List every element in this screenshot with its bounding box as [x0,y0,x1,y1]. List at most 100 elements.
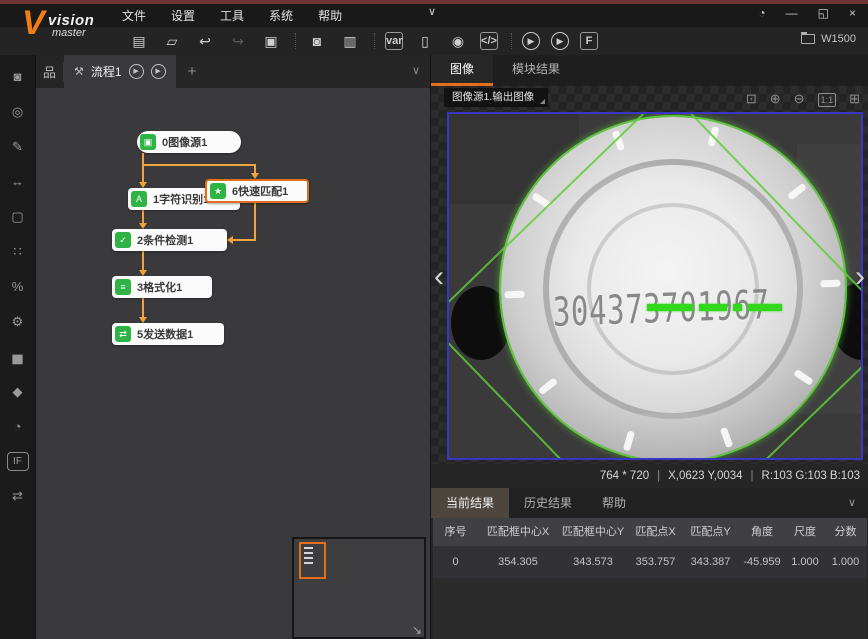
cell-match-point-x: 353.757 [628,546,683,578]
condition-check-node-icon: ✓ [115,232,131,248]
tab-image[interactable]: 图像 [431,55,493,86]
tab-help[interactable]: 帮助 [587,488,641,518]
fit-view-icon[interactable]: ⊡ [746,91,757,107]
zoom-in-icon[interactable]: ⊕ [770,91,781,107]
global-var-icon[interactable]: var [385,32,403,50]
menu-item-help[interactable]: 帮助 [318,7,342,24]
match-annotation-overlay [647,304,782,311]
result-collapse-icon[interactable]: ∨ [848,496,856,509]
minimap-node-thumb [304,547,313,549]
tab-history-result[interactable]: 历史结果 [509,488,587,518]
cell-match-center-x: 354.305 [478,546,558,578]
f-shortcut-icon[interactable]: F [580,32,598,50]
image-viewport[interactable]: 图像源1.输出图像 ⊡ ⊕ ⊖ 1:1 ⊞ [431,86,868,464]
tab-module-result[interactable]: 模块结果 [493,55,579,86]
minimap-resize-icon[interactable]: ↘ [412,623,422,637]
image-edit-icon[interactable]: ✎ [7,137,29,157]
image-ratio-icon[interactable]: % [7,277,29,297]
workspace-selector[interactable]: W1500 [801,33,856,45]
focus-region-icon[interactable]: ▢ [7,207,29,227]
table-header-row: 序号 匹配框中心X 匹配框中心Y 匹配点X 匹配点Y 角度 尺度 分数 [433,518,867,546]
close-button[interactable]: × [849,6,856,20]
viewer-toolbar: ⊡ ⊕ ⊖ 1:1 ⊞ [746,91,860,107]
image-source-selector[interactable]: 图像源1.输出图像 [444,88,548,107]
flow-collapse-icon[interactable]: ∨ [412,64,420,77]
cursor-coordinates: X,0623 Y,0034 [668,470,742,482]
connector-line [254,164,256,173]
zoom-out-icon[interactable]: ⊖ [794,91,805,107]
minimize-button[interactable]: — [786,6,798,20]
workspace-label: W1500 [821,33,856,45]
flow-minimap[interactable]: ↘ [292,537,426,639]
restore-button[interactable]: ◱ [818,6,829,20]
minimap-node-thumb [304,562,313,564]
node-label: 5发送数据1 [131,326,201,342]
add-flow-button[interactable]: + [188,63,197,80]
next-image-arrow[interactable]: › [855,262,865,292]
script-icon[interactable]: ▯ [414,31,436,51]
target-icon[interactable]: ◎ [7,102,29,122]
minimap-viewport[interactable] [299,542,326,579]
run-once-icon[interactable]: ▶ [522,32,540,50]
connector-line [233,239,256,241]
col-angle: 角度 [738,518,786,546]
viewer-statusbar: 764 * 720 | X,0623 Y,0034 | R:103 G:103 … [431,464,868,488]
code-icon[interactable]: </> [480,32,498,50]
scatter-icon[interactable]: ∷ [7,242,29,262]
open-icon[interactable]: ▱ [161,31,183,51]
node-format[interactable]: ≡ 3格式化1 [112,276,212,298]
tab-current-result[interactable]: 当前结果 [431,488,509,518]
global-trigger-icon[interactable]: ◉ [447,31,469,51]
send-data-node-icon: ⇄ [115,326,131,342]
performance-icon[interactable]: ◔ [758,6,765,20]
redo-icon[interactable]: ↪ [227,31,249,51]
minimap-node-thumb [304,552,313,554]
table-row[interactable]: 0 354.305 343.573 353.757 343.387 -45.95… [433,546,867,578]
flow-run-once-icon[interactable]: ▶ [129,64,144,79]
camera-source-icon[interactable]: ◙ [7,67,29,87]
menu-item-tools[interactable]: 工具 [220,7,244,24]
workspace-folder-icon [801,34,815,44]
data-exchange-icon[interactable]: ⇄ [7,486,29,506]
col-index: 序号 [433,518,478,546]
module-list-icon[interactable]: ▥ [339,31,361,51]
flow-list-icon[interactable]: 品 [43,62,56,81]
menu-item-system[interactable]: 系统 [269,7,293,24]
node-condition-check[interactable]: ✓ 2条件检测1 [112,229,227,251]
menu-item-settings[interactable]: 设置 [171,7,195,24]
menubar: 文件 设置 工具 系统 帮助 [122,7,342,24]
if-logic-icon[interactable]: IF [7,452,29,471]
histogram-icon[interactable]: ▅ [7,347,29,367]
app-logo: V vision master [22,4,132,50]
node-send-data[interactable]: ⇄ 5发送数据1 [112,323,224,345]
cell-angle: -45.959 [738,546,786,578]
result-table: 序号 匹配框中心X 匹配框中心Y 匹配点X 匹配点Y 角度 尺度 分数 0 35… [433,518,867,639]
camera-icon[interactable]: ◙ [306,31,328,51]
fullscreen-icon[interactable]: ⊞ [849,91,860,107]
tool-sidebar: ◙ ◎ ✎ ↔ ▢ ∷ % ⚙ ▅ ◆ ◔ IF ⇄ [0,55,36,639]
undo-icon[interactable]: ↩ [194,31,216,51]
flow-canvas[interactable]: ▣ 0图像源1 A 1字符识别1 ★ 6快速匹配1 ✓ 2条件检测1 ≡ 3 [36,88,430,639]
node-image-source[interactable]: ▣ 0图像源1 [137,131,241,153]
image-resolution: 764 * 720 [600,470,649,482]
wrench-icon[interactable]: ⚒ [74,65,84,78]
flow-run-loop-icon[interactable]: ▶ [151,64,166,79]
node-label: 0图像源1 [156,134,215,150]
toolbar-separator [374,33,375,49]
measure-icon[interactable]: ↔ [7,172,29,192]
node-fast-match[interactable]: ★ 6快速匹配1 [205,179,309,203]
one-to-one-icon[interactable]: 1:1 [818,93,837,107]
image-config-icon[interactable]: ⚙ [7,312,29,332]
titlebar-dropdown-icon[interactable]: ∨ [428,5,436,18]
run-loop-icon[interactable]: ▶ [551,32,569,50]
flow-tab-active[interactable]: ⚒ 流程1 ▶ ▶ [64,55,176,88]
flow-tab-label: 流程1 [91,63,122,80]
save-lock-icon[interactable]: ▣ [260,31,282,51]
pixel-rgb-value: R:103 G:103 B:103 [762,470,860,482]
cell-score: 1.000 [824,546,867,578]
prev-image-arrow[interactable]: ‹ [434,262,444,292]
timer-camera-icon[interactable]: ◔ [7,417,29,437]
color-fill-icon[interactable]: ◆ [7,382,29,402]
image-region: 304373701967 [447,112,863,460]
viewer-tabs: 图像 模块结果 [431,55,868,86]
